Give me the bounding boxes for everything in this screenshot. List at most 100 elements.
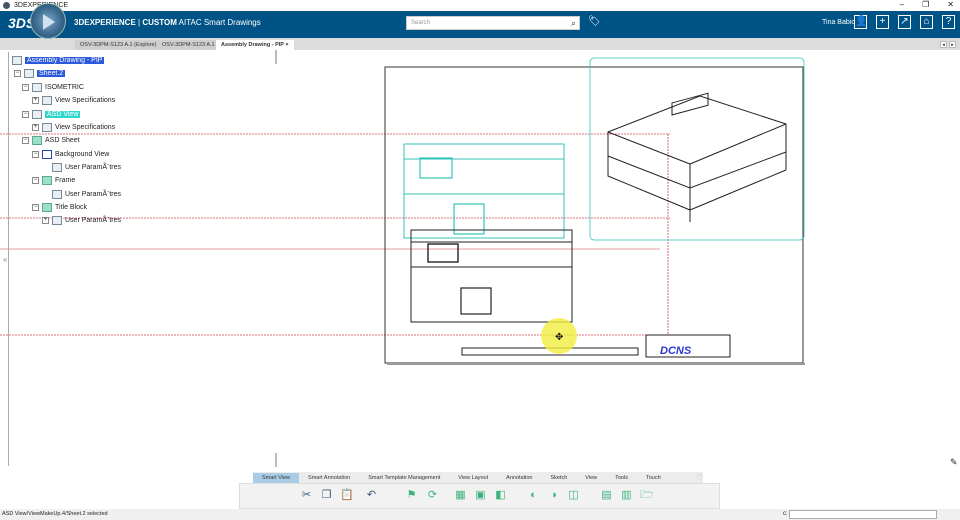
home-icon[interactable]: ⌂ <box>920 15 933 29</box>
tab-product[interactable]: OSV-3DPM-S123 A.1 <box>157 40 220 50</box>
app-title: 3DEXPERIENCE | CUSTOM AITAC Smart Drawin… <box>74 18 261 27</box>
tab-tools[interactable]: Tools <box>606 473 637 483</box>
user-name[interactable]: Tina Babic <box>822 19 855 26</box>
view-align-icon[interactable]: ◑ <box>547 489 560 502</box>
open-folder-icon[interactable]: 🗁 <box>640 489 654 502</box>
copy-icon[interactable]: ❐ <box>320 489 333 502</box>
tab-annotation[interactable]: Annotation <box>497 473 541 483</box>
action-bar-tabs: Smart View Smart Annotation Smart Templa… <box>253 472 703 483</box>
collapse-icon[interactable]: − <box>22 111 29 118</box>
undo-icon[interactable]: ↶ <box>365 489 378 502</box>
sheet-icon <box>24 69 34 78</box>
close-button[interactable]: ✕ <box>947 0 954 9</box>
tree-node-assembly-drawing[interactable]: Assembly Drawing - PIP <box>12 56 105 65</box>
tree-node-user-parameters[interactable]: + User ParamÃ¨tres <box>42 216 121 225</box>
tab-smart-view[interactable]: Smart View <box>253 472 300 483</box>
update-icon[interactable]: ⟳ <box>426 489 439 502</box>
collapse-icon[interactable]: − <box>32 151 39 158</box>
app-logo-icon <box>3 2 10 9</box>
tree-node-asd-view[interactable]: − ASD View <box>22 110 81 119</box>
tab-touch[interactable]: Touch <box>637 473 670 483</box>
tab-assembly-drawing[interactable]: Assembly Drawing - PIP × <box>216 40 294 50</box>
expand-icon[interactable]: + <box>42 217 49 224</box>
comment-icon[interactable]: ⚑ <box>405 489 418 502</box>
sheet-template-icon <box>32 136 42 145</box>
window-titlebar: 3DEXPERIENCE – ❐ ✕ <box>0 0 960 11</box>
collapse-icon[interactable]: − <box>32 177 39 184</box>
parameters-icon <box>52 190 62 199</box>
view-split-icon[interactable]: ◫ <box>567 489 580 502</box>
parameters-icon <box>52 163 62 172</box>
restore-button[interactable]: ❐ <box>922 0 929 9</box>
cut-icon[interactable]: ✂ <box>300 489 313 502</box>
compass-button[interactable] <box>30 3 66 39</box>
view-icon <box>32 83 42 92</box>
isometric-view-frame <box>589 57 805 241</box>
tab-scroll-right[interactable]: ▸ <box>949 41 956 48</box>
command-input[interactable] <box>789 510 937 519</box>
add-icon[interactable]: + <box>876 15 889 29</box>
share-icon[interactable]: ↗ <box>898 15 911 29</box>
user-profile-icon[interactable]: 👤 <box>854 15 867 29</box>
status-message: ASD View/ViewMakeUp.4/Sheet.2 selected <box>2 511 108 517</box>
background-view-icon <box>42 150 52 159</box>
collapse-icon[interactable]: − <box>22 84 29 91</box>
tag-icon[interactable]: 🏷 <box>588 16 601 27</box>
app-header: 3DS 3DEXPERIENCE | CUSTOM AITAC Smart Dr… <box>0 11 960 38</box>
tree-node-sheet[interactable]: − Sheet.2 <box>14 69 66 78</box>
status-bar: ASD View/ViewMakeUp.4/Sheet.2 selected c… <box>0 509 960 520</box>
tab-explore[interactable]: OSV-3DPM-S123 A.1 (Explore) <box>75 40 162 50</box>
close-tab-icon[interactable]: × <box>285 42 288 48</box>
expand-icon[interactable]: + <box>32 97 39 104</box>
collapse-icon[interactable]: − <box>14 70 21 77</box>
tab-sketch[interactable]: Sketch <box>541 473 576 483</box>
tab-scroll-left[interactable]: ◂ <box>940 41 947 48</box>
drawing-canvas[interactable]: DCNS ✥ <box>0 52 960 472</box>
parameters-icon <box>52 216 62 225</box>
minimize-button[interactable]: – <box>900 0 904 9</box>
tab-smart-annotation[interactable]: Smart Annotation <box>299 473 359 483</box>
specifications-icon <box>42 96 52 105</box>
splitter-handle[interactable] <box>275 50 277 64</box>
tab-smart-template-management[interactable]: Smart Template Management <box>359 473 449 483</box>
tree-node-frame[interactable]: − Frame <box>32 176 75 185</box>
specifications-icon <box>42 123 52 132</box>
tree-node-view-specifications[interactable]: + View Specifications <box>32 123 115 132</box>
tree-node-title-block[interactable]: − Title Block <box>32 203 87 212</box>
pen-icon[interactable]: ✎ <box>950 457 958 468</box>
search-input[interactable]: Search ⌕ <box>406 16 580 30</box>
dcns-logo: DCNS <box>660 345 692 357</box>
template-icon[interactable]: ▤ <box>600 489 613 502</box>
tree-node-isometric[interactable]: − ISOMETRIC <box>22 83 84 92</box>
view-copy-icon[interactable]: ◧ <box>494 489 507 502</box>
frame-icon <box>42 176 52 185</box>
expand-icon[interactable]: + <box>32 124 39 131</box>
tree-node-user-parameters[interactable]: User ParamÃ¨tres <box>52 163 121 172</box>
drawing-icon <box>12 56 22 65</box>
search-icon[interactable]: ⌕ <box>571 18 576 29</box>
tree-node-asd-sheet[interactable]: − ASD Sheet <box>22 136 80 145</box>
play-icon <box>43 14 55 30</box>
expand-panel-icon[interactable]: « <box>3 255 7 264</box>
save-template-icon[interactable]: ▥ <box>620 489 633 502</box>
view-rotate-icon[interactable]: ◐ <box>527 489 540 502</box>
drawing-sheet-border <box>384 66 804 364</box>
edit-view-icon[interactable]: ▣ <box>474 489 487 502</box>
panel-divider <box>8 52 9 466</box>
paste-icon[interactable]: 📋 <box>340 489 354 502</box>
tab-bar: OSV-3DPM-S123 A.1 (Explore) OSV-3DPM-S12… <box>0 38 960 50</box>
collapse-icon[interactable]: − <box>32 204 39 211</box>
tree-node-background-view[interactable]: − Background View <box>32 150 109 159</box>
favorite-icon[interactable]: ♡ <box>696 473 703 482</box>
smart-view-icon[interactable]: ▦ <box>454 489 467 502</box>
splitter-handle-bottom[interactable] <box>275 453 277 467</box>
tree-node-user-parameters[interactable]: User ParamÃ¨tres <box>52 190 121 199</box>
move-cursor-icon: ✥ <box>555 332 563 343</box>
tab-view-layout[interactable]: View Layout <box>449 473 497 483</box>
command-label: c: <box>783 511 788 517</box>
help-icon[interactable]: ? <box>942 15 955 29</box>
tab-view[interactable]: View <box>576 473 606 483</box>
view-icon <box>32 110 42 119</box>
collapse-icon[interactable]: − <box>22 137 29 144</box>
tree-node-view-specifications[interactable]: + View Specifications <box>32 96 115 105</box>
